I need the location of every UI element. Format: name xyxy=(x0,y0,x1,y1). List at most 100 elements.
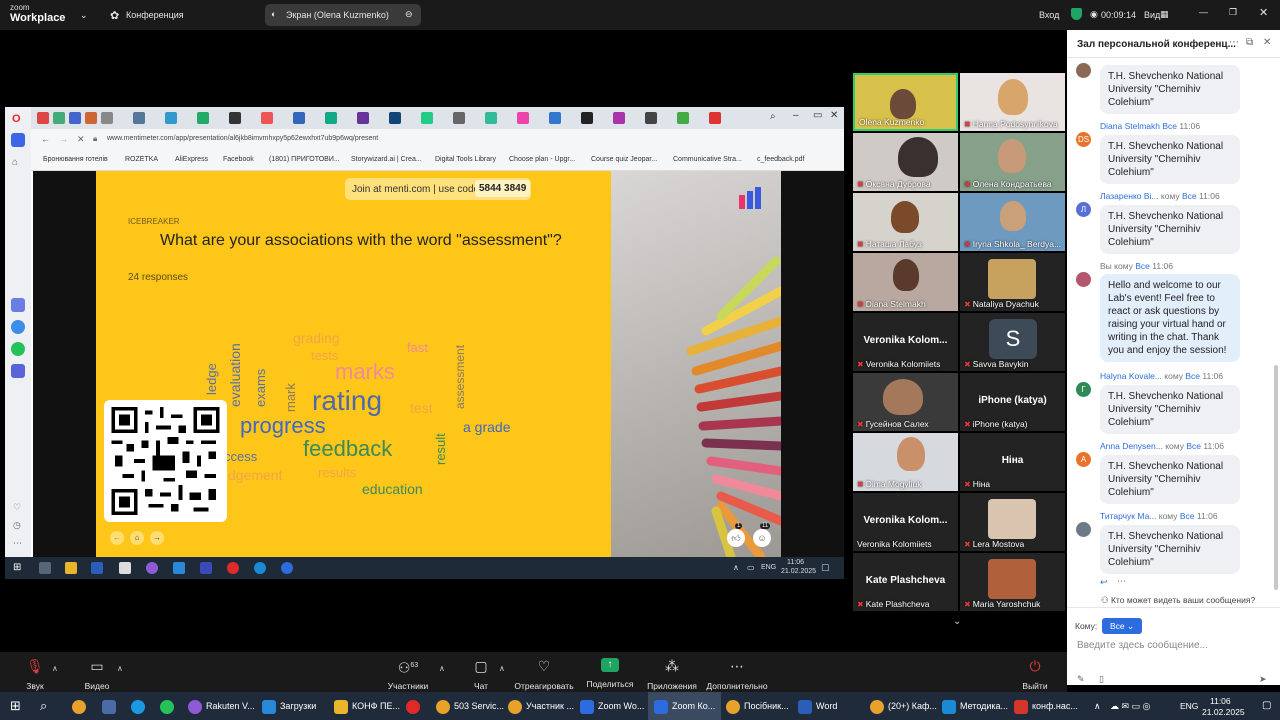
chat-input[interactable]: Введите здесь сообщение... xyxy=(1077,640,1272,651)
chevron-down-icon[interactable]: ⌄ xyxy=(80,10,88,21)
tab-icon[interactable] xyxy=(165,112,177,124)
tab-icon[interactable] xyxy=(421,112,433,124)
viber-icon[interactable] xyxy=(146,562,158,574)
tab-icon[interactable] xyxy=(549,112,561,124)
participants-button[interactable]: ⚇63 Участники xyxy=(384,652,432,694)
notifications-icon[interactable]: ▢ xyxy=(1262,692,1271,720)
whatsapp-icon[interactable] xyxy=(11,342,25,356)
home-slide-icon[interactable]: ⌂ xyxy=(130,531,144,545)
maximize-icon[interactable]: ▭ xyxy=(813,110,822,121)
windows-start-icon[interactable]: ⊞ xyxy=(13,562,21,573)
send-icon[interactable]: ➤ xyxy=(1259,674,1267,685)
language-indicator[interactable]: ENG xyxy=(1180,692,1198,720)
video-tile[interactable]: Kate Plashcheva ✖ Kate Plashcheva xyxy=(853,553,958,611)
video-tile[interactable]: ✖ Maria Yaroshchuk xyxy=(960,553,1065,611)
visibility-note[interactable]: ⚇ Кто может видеть ваши сообщения? xyxy=(1101,595,1255,606)
meeting-info-icon[interactable]: ✿ xyxy=(110,9,119,22)
tab-icon[interactable] xyxy=(517,112,529,124)
sender-name[interactable]: Титарчук Ма... xyxy=(1100,511,1156,521)
history-icon[interactable]: ◷ xyxy=(13,520,21,531)
taskbar-item-active[interactable]: Zoom Ко... xyxy=(648,692,722,720)
tab-icon[interactable] xyxy=(133,112,145,124)
bookmark-item[interactable]: Choose plan - Upgr... xyxy=(509,156,575,163)
chevron-up-icon[interactable]: ∧ xyxy=(52,664,58,673)
search-icon[interactable]: ⌕ xyxy=(40,692,47,720)
app-icon[interactable] xyxy=(11,364,25,378)
forward-icon[interactable]: → xyxy=(59,134,68,144)
opera-logo-icon[interactable]: O xyxy=(12,113,21,125)
audience-icon[interactable]: ☺ xyxy=(753,529,771,547)
search-icon[interactable]: ⌕ xyxy=(770,111,776,122)
format-icon[interactable]: ✎ xyxy=(1077,674,1085,685)
app-icon[interactable] xyxy=(200,562,212,574)
shield-icon[interactable] xyxy=(1071,8,1082,20)
tab-icon[interactable] xyxy=(613,112,625,124)
edge-icon[interactable] xyxy=(254,562,266,574)
video-tile[interactable]: ✖ Олена Кондратьева xyxy=(960,133,1065,191)
close-icon[interactable]: ✕ xyxy=(830,110,838,121)
tab-icon[interactable] xyxy=(389,112,401,124)
thumbs-up-icon[interactable]: 👍︎ xyxy=(727,529,745,547)
minimize-icon[interactable]: – xyxy=(793,110,799,121)
sender-name[interactable]: Anna Denysen... xyxy=(1100,441,1163,451)
tray-chevron-icon[interactable]: ∧ xyxy=(733,563,739,572)
bookmark-item[interactable]: Communicative Stra... xyxy=(673,156,742,163)
tab-icon[interactable] xyxy=(69,112,81,124)
video-tile[interactable]: ✖ Оксана Дуброва xyxy=(853,133,958,191)
bookmark-item[interactable]: Facebook xyxy=(223,156,254,163)
tab-icon[interactable] xyxy=(485,112,497,124)
close-icon[interactable]: ✕ xyxy=(1263,37,1271,48)
store-icon[interactable] xyxy=(119,562,131,574)
chat-button[interactable]: ▢ Чат xyxy=(466,652,496,694)
chevron-up-icon[interactable]: ∧ xyxy=(499,664,505,673)
taskbar-item[interactable]: Участник ... xyxy=(508,692,574,720)
video-tile[interactable]: Olena Kuzmenko xyxy=(853,73,958,131)
back-icon[interactable]: ← xyxy=(41,134,50,144)
leave-button[interactable]: ⏻ Выйти xyxy=(1018,652,1052,694)
more-button[interactable]: ⋯ Дополнительно xyxy=(705,652,769,694)
video-tile[interactable]: ✖ Lera Mostova xyxy=(960,493,1065,551)
tray-chevron-icon[interactable]: ∧ xyxy=(1094,692,1101,720)
video-tile[interactable]: Ніна ✖ Ніна xyxy=(960,433,1065,491)
video-tile[interactable]: ✖ Iryna Shkola_ Berdya... xyxy=(960,193,1065,251)
react-button[interactable]: ♡ Отреагировать xyxy=(514,652,574,694)
chat-scrollbar[interactable] xyxy=(1274,365,1278,590)
previous-slide-icon[interactable]: ← xyxy=(110,531,124,545)
tab-icon[interactable] xyxy=(581,112,593,124)
tab-icon[interactable] xyxy=(85,112,97,124)
reload-icon[interactable]: ✕ xyxy=(77,134,85,145)
bookmark-item[interactable]: ROZETKA xyxy=(125,156,158,163)
messenger-icon[interactable] xyxy=(11,320,25,334)
app-icon[interactable] xyxy=(173,562,185,574)
tab-icon[interactable] xyxy=(197,112,209,124)
taskbar-item[interactable]: Методика... xyxy=(942,692,1008,720)
taskbar-item[interactable]: Rakuten V... xyxy=(188,692,255,720)
tab-icon[interactable] xyxy=(101,112,113,124)
bookmark-item[interactable]: Storywizard.ai | Crea... xyxy=(351,156,422,163)
tab-icon[interactable] xyxy=(229,112,241,124)
meeting-label[interactable]: Конференция xyxy=(126,10,184,20)
taskbar-item[interactable]: 503 Servic... xyxy=(436,692,504,720)
more-icon[interactable]: ⋯ xyxy=(13,538,22,549)
heart-icon[interactable]: ♡ xyxy=(13,502,21,513)
file-explorer-icon[interactable] xyxy=(65,562,77,574)
bookmark-item[interactable]: Бронювання готелів xyxy=(43,156,108,163)
tab-icon[interactable] xyxy=(357,112,369,124)
skype-taskbar-icon[interactable] xyxy=(131,692,149,720)
opera-taskbar-icon[interactable] xyxy=(406,692,424,720)
audio-button[interactable]: 🎙︎ Звук xyxy=(18,652,52,694)
tab-icon[interactable] xyxy=(325,112,337,124)
url-text[interactable]: www.mentimeter.com/app/presentation/al6j… xyxy=(107,135,378,142)
sender-name[interactable]: Diana Stelmakh xyxy=(1100,121,1160,131)
video-tile[interactable]: ✖ Наташа Лабуз xyxy=(853,193,958,251)
notifications-icon[interactable]: ▢ xyxy=(821,562,830,573)
view-grid-icon[interactable]: ▦ xyxy=(1160,9,1169,20)
tab-icon[interactable] xyxy=(709,112,721,124)
workspace-icon[interactable] xyxy=(11,133,25,147)
screen-share-indicator[interactable]: ◐ Экран (Olena Kuzmenko) ⊖ xyxy=(265,4,421,26)
bookmark-item[interactable]: AliExpress xyxy=(175,156,208,163)
tab-icon[interactable] xyxy=(453,112,465,124)
taskbar-item[interactable]: Посібник... xyxy=(726,692,789,720)
view-button[interactable]: Вид xyxy=(1144,10,1160,20)
tab-icon[interactable] xyxy=(261,112,273,124)
